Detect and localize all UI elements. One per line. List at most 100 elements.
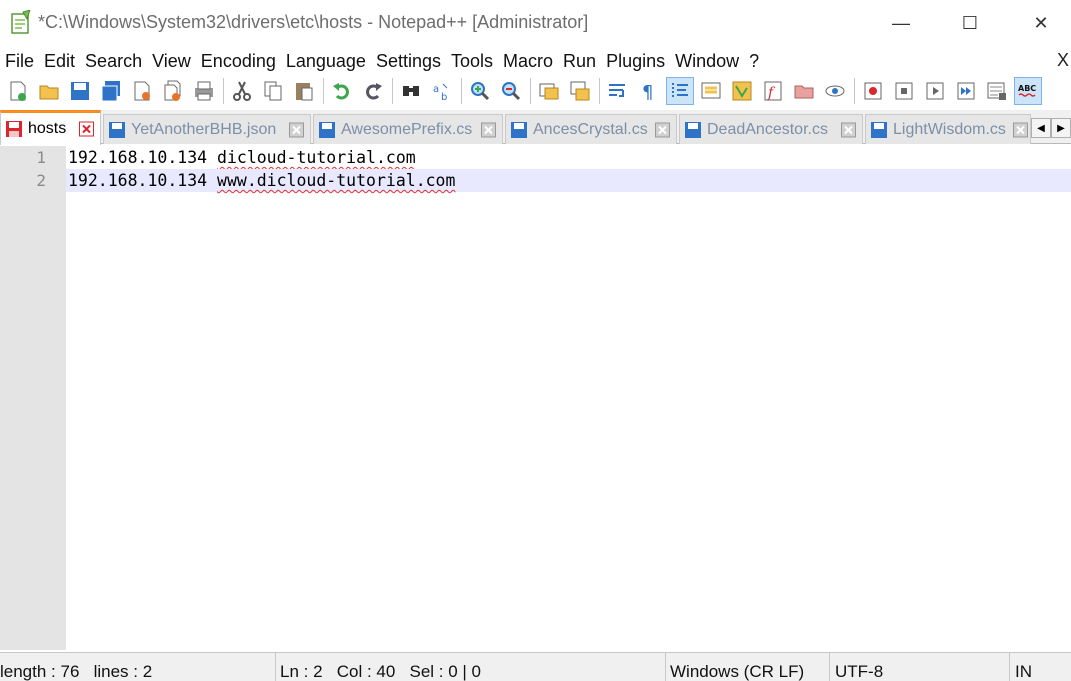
menu-settings[interactable]: Settings [371,51,446,72]
tab-label: DeadAncestor.cs [707,120,828,138]
editor-area[interactable]: 1 192.168.10.134 dicloud-tutorial.com 2 … [0,146,1071,650]
find-icon[interactable] [397,77,425,105]
toolbar-separator [854,78,855,104]
menu-view[interactable]: View [147,51,196,72]
menu-edit[interactable]: Edit [39,51,80,72]
close-icon[interactable] [128,77,156,105]
sync-vertical-icon[interactable] [535,77,563,105]
tab-close-icon[interactable] [655,122,670,137]
menu-window[interactable]: Window [670,51,744,72]
tab-label: AwesomePrefix.cs [341,120,473,138]
hostname: dicloud-tutorial.com [217,148,416,167]
zoom-out-icon[interactable] [497,77,525,105]
replace-icon[interactable]: ab [428,77,456,105]
status-encoding[interactable]: UTF-8 [835,653,1010,681]
tab-close-icon[interactable] [289,122,304,137]
line-number-gutter [0,146,66,650]
close-window-button[interactable]: ✕ [1018,0,1064,46]
cut-icon[interactable] [228,77,256,105]
save-icon[interactable] [66,77,94,105]
ip-address: 192.168.10.134 [68,148,218,167]
menu-bar: File Edit Search View Encoding Language … [0,48,1071,74]
status-lines: lines : 2 [93,662,153,681]
undo-icon[interactable] [328,77,356,105]
window-title: *C:\Windows\System32\drivers\etc\hosts -… [38,12,589,32]
run-macro-multiple-icon[interactable] [952,77,980,105]
doc-map-icon[interactable] [728,77,756,105]
record-macro-icon[interactable] [859,77,887,105]
menu-tools[interactable]: Tools [446,51,498,72]
save-macro-icon[interactable] [983,77,1011,105]
copy-icon[interactable] [259,77,287,105]
close-document-button[interactable]: X [1057,50,1069,71]
svg-text:b: b [441,92,447,102]
status-bar: length : 76 lines : 2 Ln : 2 Col : 40 Se… [0,652,1071,681]
tab-scroll-right-button[interactable]: ▶ [1051,118,1071,138]
svg-text:a: a [433,84,439,95]
save-all-icon[interactable] [97,77,125,105]
tab-close-icon[interactable] [1013,122,1028,137]
redo-icon[interactable] [359,77,387,105]
toolbar-separator [392,78,393,104]
save-icon [6,121,22,137]
code-line[interactable]: 192.168.10.134 dicloud-tutorial.com [66,146,1071,169]
status-position: Ln : 2 Col : 40 Sel : 0 | 0 [280,653,666,681]
toolbar-separator [530,78,531,104]
ip-address: 192.168.10.134 [68,171,218,190]
tab-scroll-left-button[interactable]: ◀ [1031,118,1051,138]
code-line-current[interactable]: 192.168.10.134 www.dicloud-tutorial.com [66,169,1071,192]
status-length: length : 76 [0,662,80,681]
minimize-button[interactable]: — [878,0,924,46]
status-insert-mode[interactable]: IN [1015,653,1071,681]
tab-awesomeprefix[interactable]: AwesomePrefix.cs [313,114,503,144]
sync-horizontal-icon[interactable] [566,77,594,105]
folder-workspace-icon[interactable] [790,77,818,105]
open-file-icon[interactable] [35,77,63,105]
menu-search[interactable]: Search [80,51,147,72]
menu-encoding[interactable]: Encoding [196,51,281,72]
line-number: 2 [36,171,46,190]
save-icon [319,121,335,138]
function-list-icon[interactable]: f [759,77,787,105]
udl-icon[interactable] [697,77,725,105]
indent-guide-icon[interactable] [666,77,694,105]
tab-lightwisdom[interactable]: LightWisdom.cs [865,114,1031,144]
play-macro-icon[interactable] [921,77,949,105]
menu-file[interactable]: File [0,51,39,72]
new-file-icon[interactable] [4,77,32,105]
status-eol[interactable]: Windows (CR LF) [670,653,830,681]
tab-close-icon[interactable] [481,122,496,137]
status-ln: Ln : 2 [280,662,323,681]
save-icon [109,121,125,138]
toolbar-separator [223,78,224,104]
tab-deadancestor[interactable]: DeadAncestor.cs [679,114,863,144]
menu-language[interactable]: Language [281,51,371,72]
tab-close-icon[interactable] [841,122,856,137]
monitoring-icon[interactable] [821,77,849,105]
print-icon[interactable] [190,77,218,105]
save-icon [511,121,527,138]
close-all-icon[interactable] [159,77,187,105]
maximize-button[interactable]: ☐ [947,0,993,46]
show-all-chars-icon[interactable]: ¶ [635,77,663,105]
stop-macro-icon[interactable] [890,77,918,105]
tab-bar: hosts YetAnotherBHB.json AwesomePrefix.c… [0,110,1071,145]
tab-hosts[interactable]: hosts [0,110,101,145]
status-col: Col : 40 [336,662,396,681]
menu-run[interactable]: Run [558,51,601,72]
zoom-in-icon[interactable] [466,77,494,105]
tab-ancescrystal[interactable]: AncesCrystal.cs [505,114,677,144]
notepadpp-icon [11,10,31,34]
line-number: 1 [36,148,46,167]
tab-close-icon[interactable] [79,121,94,137]
save-icon [685,121,701,138]
tab-yetanotherbhb[interactable]: YetAnotherBHB.json [103,114,311,144]
menu-macro[interactable]: Macro [498,51,558,72]
menu-help[interactable]: ? [744,51,764,72]
word-wrap-icon[interactable] [604,77,632,105]
paste-icon[interactable] [290,77,318,105]
spell-check-icon[interactable]: ABC [1014,77,1042,105]
spell-check-label: ABC [1018,84,1036,93]
tab-label: hosts [28,120,67,137]
menu-plugins[interactable]: Plugins [601,51,670,72]
